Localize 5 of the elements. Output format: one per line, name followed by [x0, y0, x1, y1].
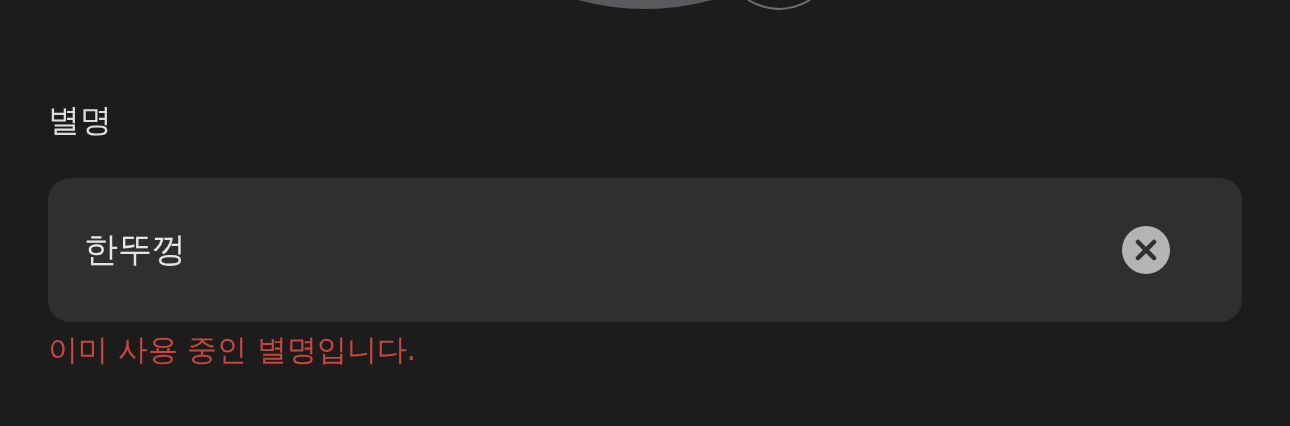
- error-message: 이미 사용 중인 별명입니다.: [48, 331, 418, 369]
- field-value: 한뚜껑: [84, 228, 186, 271]
- nickname-field[interactable]: 한뚜껑: [48, 178, 1242, 322]
- field-label: 별명: [48, 100, 113, 141]
- clear-icon[interactable]: [1122, 226, 1170, 274]
